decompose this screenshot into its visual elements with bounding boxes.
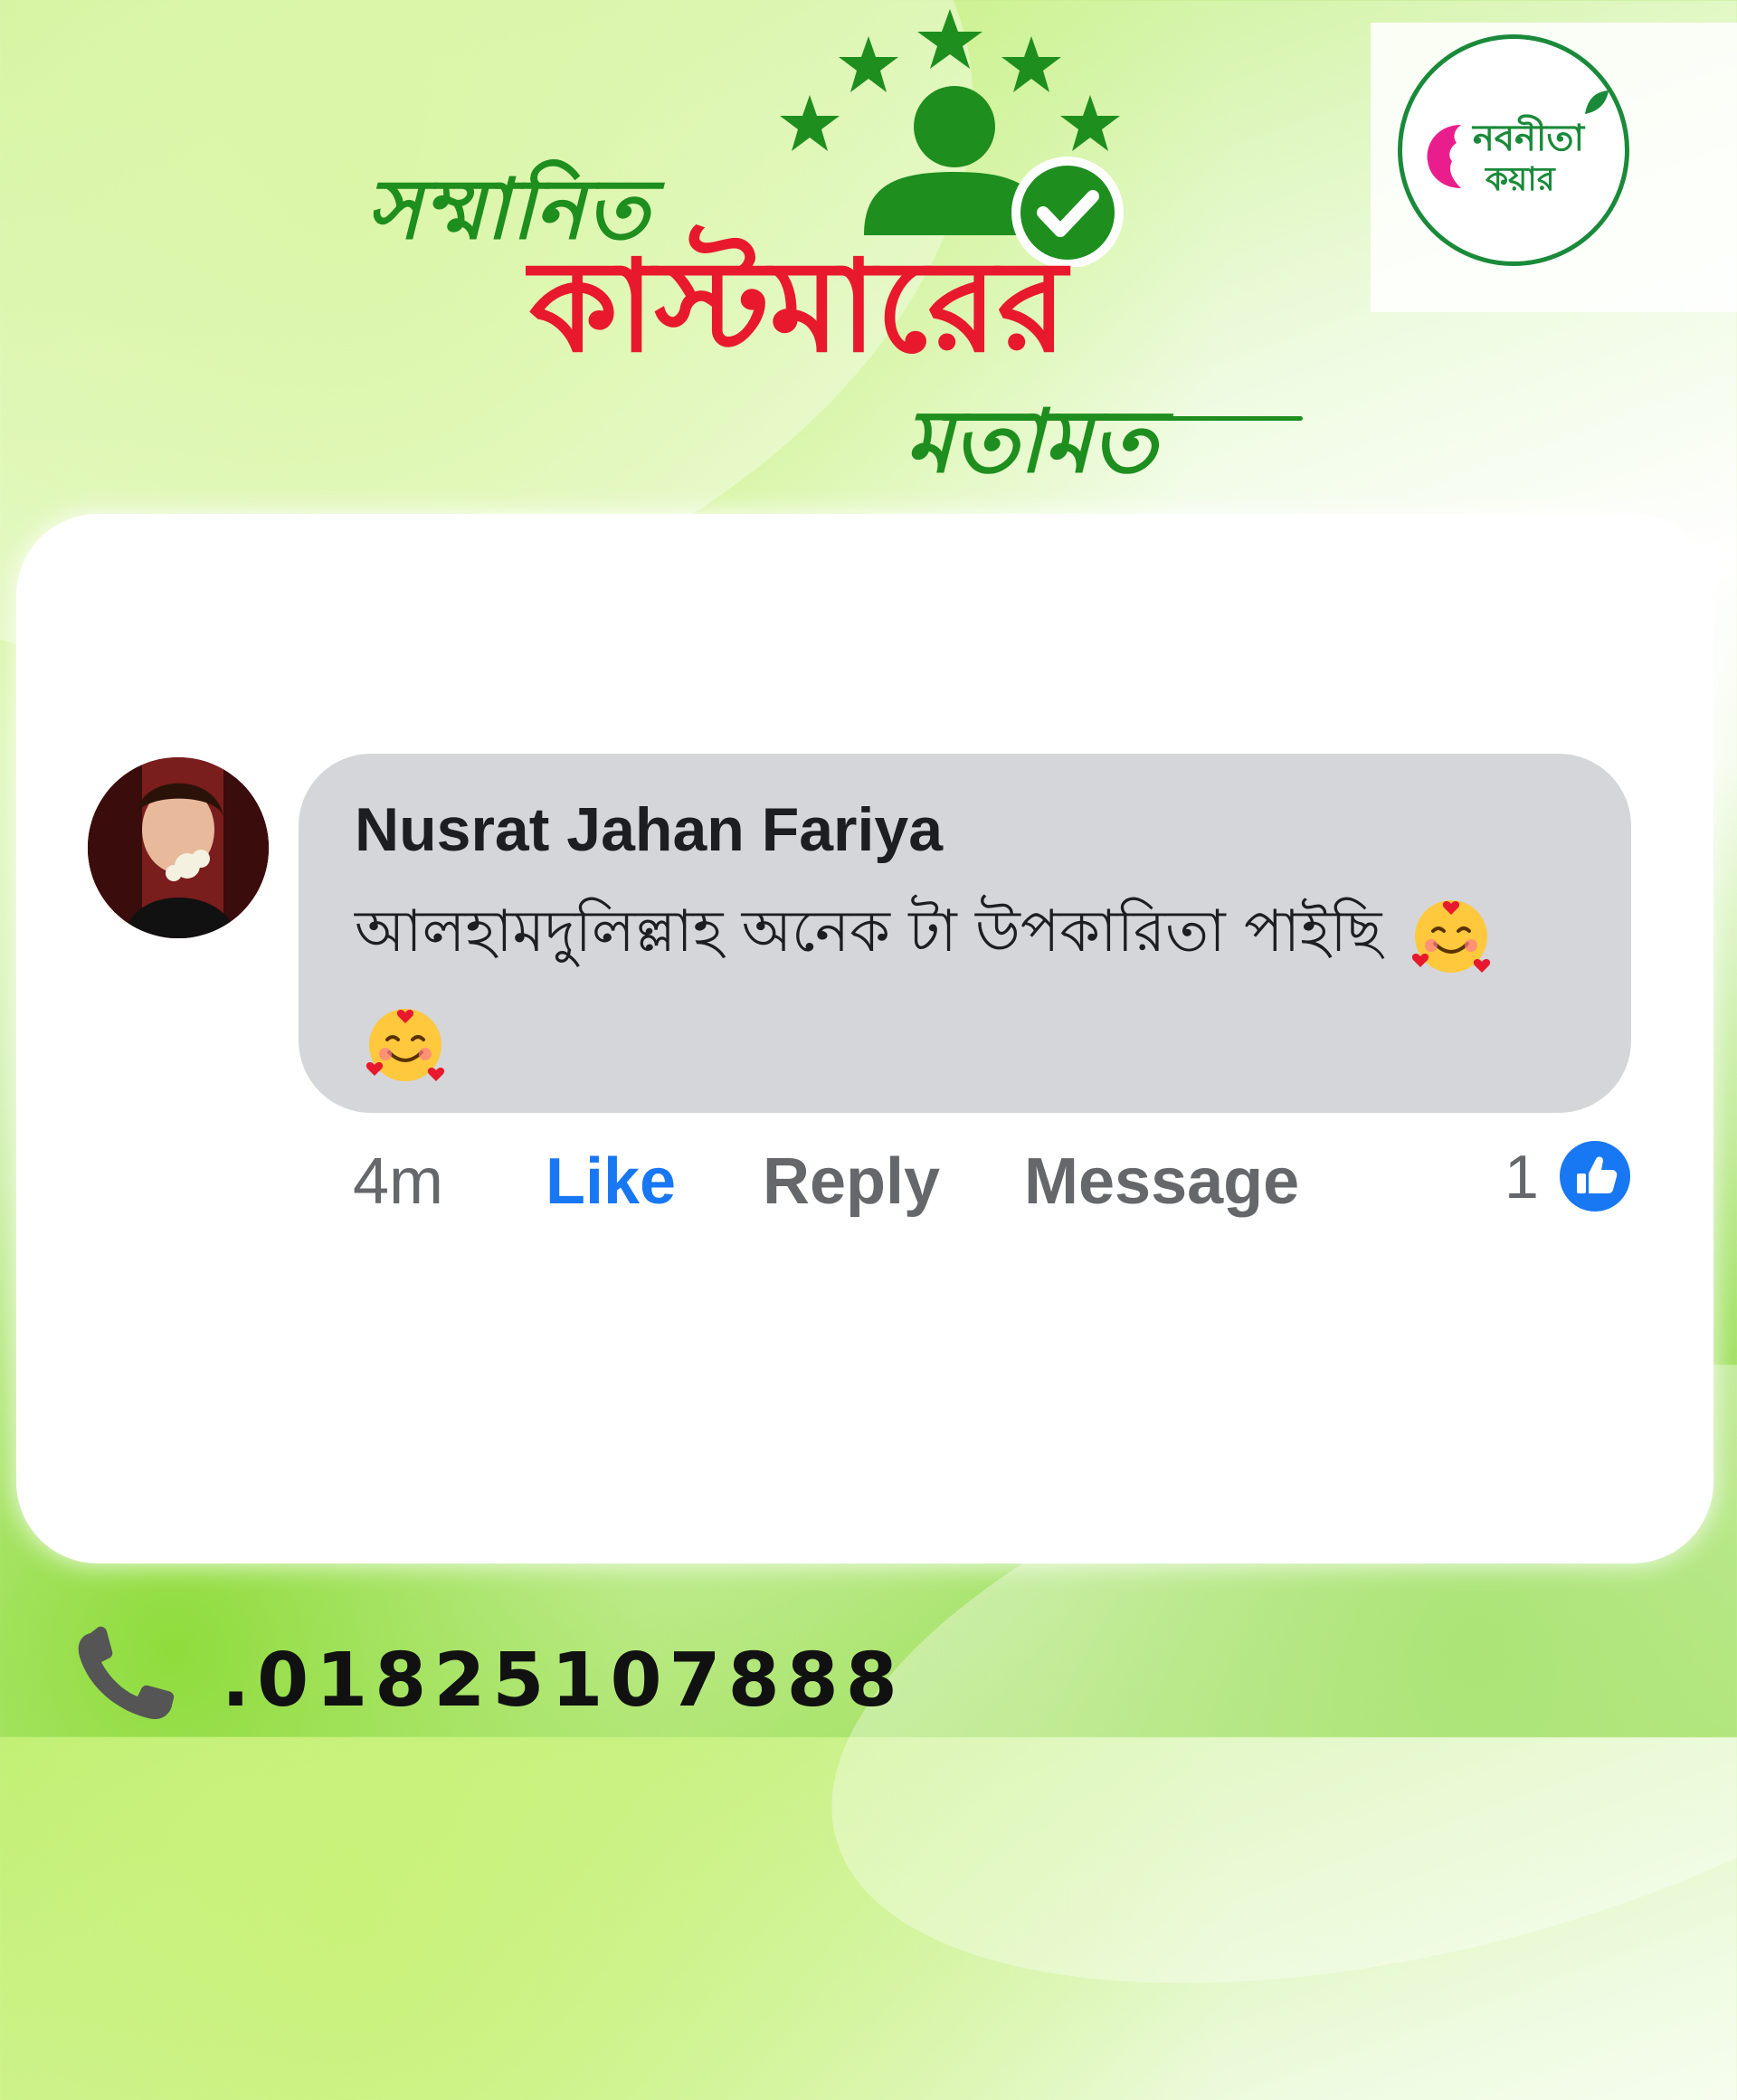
title-line-2: কাস্টমারের: [529, 233, 1068, 381]
brand-logo: নবনীতা কয়ার: [1398, 34, 1629, 266]
reaction-count[interactable]: 1: [1504, 1142, 1539, 1212]
comment-author[interactable]: Nusrat Jahan Fariya: [355, 794, 943, 865]
smiling-face-with-hearts-icon: [365, 1009, 445, 1082]
phone-icon: [78, 1626, 175, 1720]
like-button[interactable]: Like: [546, 1145, 676, 1219]
woman-face-icon: [1427, 125, 1461, 188]
comment-time: 4m: [353, 1145, 444, 1218]
comment-body: আলহামদুলিল্লাহ অনেক টা উপকারিতা পাইছি: [355, 898, 1382, 965]
phone-number[interactable]: .01825107888: [222, 1638, 905, 1724]
avatar[interactable]: [88, 757, 269, 938]
title-line-3: মতামত: [905, 390, 1157, 492]
brand-name-line-2: কয়ার: [1485, 161, 1555, 198]
leaf-icon: [1585, 90, 1609, 114]
message-button[interactable]: Message: [1024, 1145, 1299, 1219]
avatar-image: [88, 757, 269, 938]
thumbs-up-icon[interactable]: [1558, 1139, 1632, 1213]
smiling-face-with-hearts-icon: [1411, 900, 1490, 974]
comment-text: আলহামদুলিল্লাহ অনেক টা উপকারিতা পাইছি: [355, 878, 1558, 1095]
reply-button[interactable]: Reply: [763, 1145, 940, 1219]
